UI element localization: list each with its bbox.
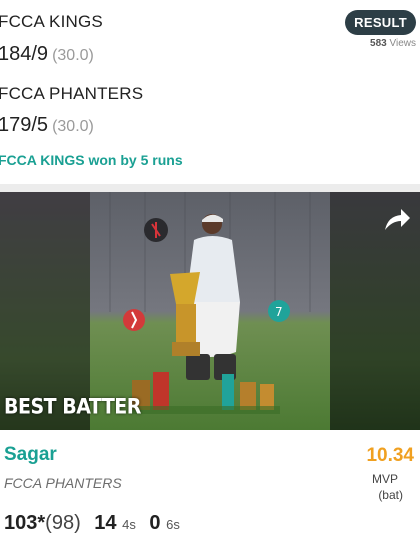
views-count: 583 Views [370,38,416,49]
views-number: 583 [370,38,387,49]
player-team: FCCA PHANTERS [4,475,122,491]
best-batter-card[interactable]: 7 BEST BATTER Sagar FCCA PHANTERS 10.34 … [0,192,420,560]
result-badge: RESULT [345,10,416,35]
player-name[interactable]: Sagar [4,444,57,466]
fours-value: 14 [94,512,117,534]
player-photo: 7 BEST BATTER [0,192,420,430]
team2-runs: 179/5 [0,114,49,136]
team1-score: 184/9 (30.0) [0,43,94,66]
mvp-sub-label: (bat) [378,488,403,502]
match-result-card[interactable]: FCCA KINGS 184/9 (30.0) FCCA PHANTERS 179… [0,0,420,184]
sixes-unit: 6s [166,517,180,532]
mvp-label: MVP [371,472,398,486]
runs-value: 103* [4,512,46,534]
fours-unit: 4s [122,517,136,532]
svg-text:7: 7 [275,305,283,319]
team2-name: FCCA PHANTERS [0,84,144,103]
match-result-text: FCCA KINGS won by 5 runs [0,152,183,168]
mvp-score: 10.34 [366,445,414,466]
best-batter-caption: BEST BATTER [4,394,141,420]
team2-overs: (30.0) [52,118,94,135]
team2-score: 179/5 (30.0) [0,114,94,137]
sixes-value: 0 [149,512,161,534]
batting-stats: 103*(98) 14 4s 0 6s [4,512,180,535]
views-label: Views [389,38,417,49]
team1-name: FCCA KINGS [0,12,103,31]
team1-overs: (30.0) [52,47,94,64]
share-icon[interactable] [382,204,412,234]
balls-value: (98) [45,512,81,534]
team1-runs: 184/9 [0,43,49,65]
